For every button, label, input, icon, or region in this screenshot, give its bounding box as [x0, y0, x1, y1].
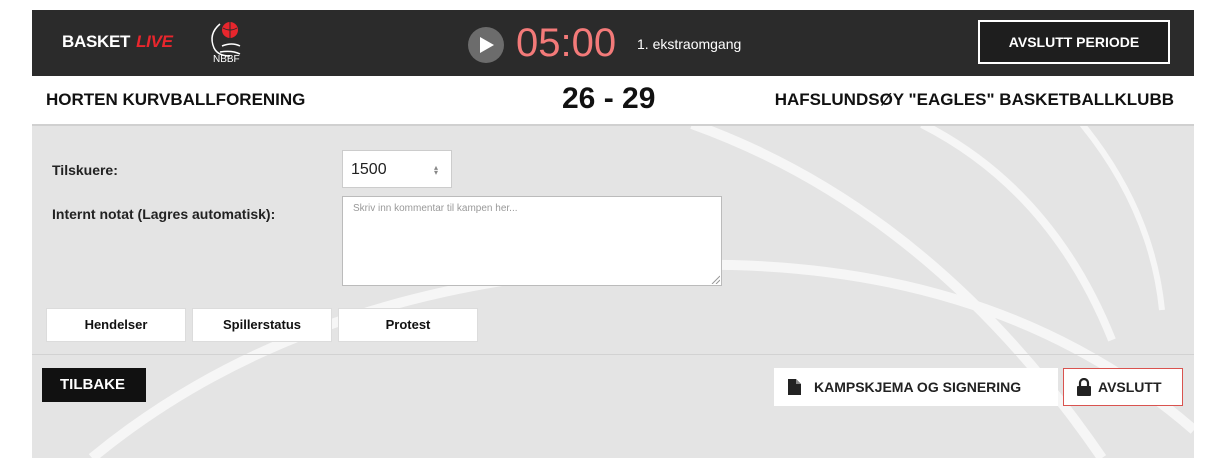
home-team-name: HORTEN KURVBALLFORENING [46, 90, 306, 109]
logo-brand-accent: LIVE [136, 32, 173, 51]
note-label: Internt notat (Lagres automatisk): [52, 206, 276, 222]
finish-button[interactable]: AVSLUTT [1063, 368, 1183, 406]
tab-protest[interactable]: Protest [338, 308, 478, 342]
number-spinner-icon[interactable]: ▴ ▾ [432, 164, 440, 177]
play-icon [480, 37, 494, 53]
play-button[interactable] [468, 27, 504, 63]
score: 26 - 29 [562, 82, 656, 115]
document-icon [788, 379, 801, 395]
divider [32, 354, 1194, 355]
back-button[interactable]: TILBAKE [42, 368, 146, 402]
away-team-name: HAFSLUNDSØY "EAGLES" BASKETBALLKLUBB [774, 90, 1174, 109]
end-period-button[interactable]: AVSLUTT PERIODE [978, 20, 1170, 64]
tab-hendelser[interactable]: Hendelser [46, 308, 186, 342]
internal-note-field[interactable] [342, 196, 722, 286]
match-form-button[interactable]: KAMPSKJEMA OG SIGNERING [774, 368, 1058, 406]
top-bar: BASKET LIVE NBBF 05:00 1. ekstraomgang AV… [32, 10, 1194, 76]
period-label: 1. ekstraomgang [637, 36, 742, 52]
lock-icon [1077, 378, 1091, 396]
app-container: BASKET LIVE NBBF 05:00 1. ekstraomgang AV… [32, 10, 1194, 458]
finish-label: AVSLUTT [1098, 379, 1162, 395]
basket-live-logo[interactable]: BASKET LIVE [62, 32, 173, 52]
tab-spillerstatus[interactable]: Spillerstatus [192, 308, 332, 342]
nbbf-logo-text: NBBF [213, 54, 240, 65]
match-form-label: KAMPSKJEMA OG SIGNERING [814, 379, 1022, 395]
logo-brand: BASKET [62, 32, 131, 51]
spectators-value: 1500 [351, 161, 387, 178]
score-row: HORTEN KURVBALLFORENING 26 - 29 HAFSLUND… [32, 76, 1194, 126]
resize-handle-icon[interactable] [710, 274, 720, 284]
game-clock: 05:00 [516, 21, 617, 65]
spectators-label: Tilskuere: [52, 162, 118, 178]
